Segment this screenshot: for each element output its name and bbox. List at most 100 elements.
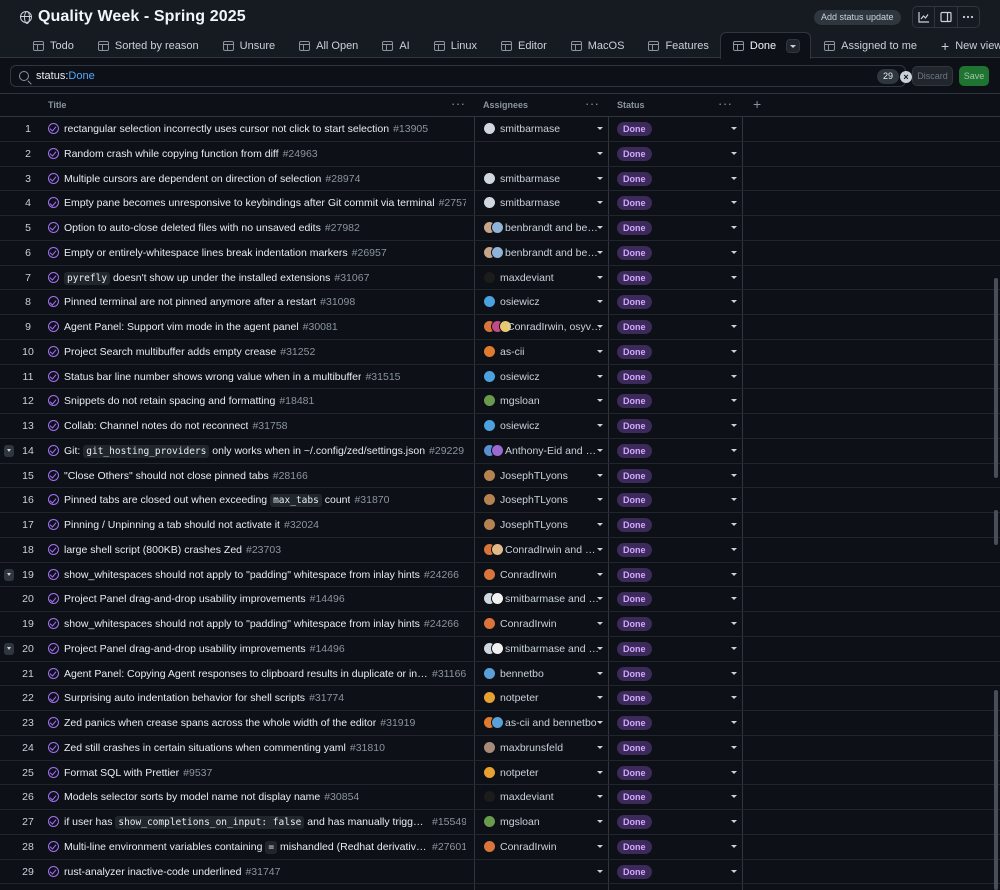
status-badge[interactable]: Done (617, 493, 652, 508)
issue-title[interactable]: Multiple cursors are dependent on direct… (64, 167, 360, 191)
issue-title[interactable]: Format SQL with Prettier #9537 (64, 761, 212, 785)
assignee-dropdown-icon[interactable] (597, 869, 603, 873)
filter-query[interactable]: status:Done (36, 70, 95, 82)
table-row[interactable]: 3 Multiple cursors are dependent on direc… (0, 167, 1000, 192)
status-dropdown-icon[interactable] (731, 844, 737, 848)
assignee-name[interactable]: as-cii (500, 340, 525, 364)
status-badge[interactable]: Done (617, 443, 652, 458)
status-dropdown-icon[interactable] (731, 671, 737, 675)
assignee-dropdown-icon[interactable] (597, 399, 603, 403)
assignee-dropdown-icon[interactable] (597, 671, 603, 675)
table-row[interactable]: 21 Agent Panel: Copying Agent responses t… (0, 662, 1000, 687)
status-dropdown-icon[interactable] (731, 448, 737, 452)
status-badge[interactable]: Done (617, 394, 652, 409)
status-badge[interactable]: Done (617, 740, 652, 755)
issue-title[interactable]: Git: git_hosting_providers only works wh… (64, 439, 464, 463)
status-dropdown-icon[interactable] (731, 151, 737, 155)
issue-title[interactable]: Surprising auto indentation behavior for… (64, 686, 344, 710)
issue-title[interactable]: Status bar line number shows wrong value… (64, 365, 401, 389)
status-badge[interactable]: Done (617, 146, 652, 161)
table-row[interactable]: 29 rust-analyzer inactive-code underlined… (0, 860, 1000, 885)
assignee-name[interactable]: smitbarmase (500, 167, 560, 191)
filter-bar[interactable]: status:Done 29 × (10, 65, 912, 87)
assignee-dropdown-icon[interactable] (597, 721, 603, 724)
status-dropdown-icon[interactable] (731, 622, 737, 625)
tab-unsure[interactable]: Unsure (210, 32, 286, 58)
issue-title[interactable]: show_whitespaces should not apply to "pa… (64, 612, 459, 636)
assignee-name[interactable]: osiewicz (500, 365, 540, 389)
table-row[interactable]: 13 Collab: Channel notes do not reconnect… (0, 414, 1000, 439)
assignee-dropdown-icon[interactable] (597, 547, 603, 551)
status-dropdown-icon[interactable] (731, 572, 737, 576)
assignee-dropdown-icon[interactable] (597, 770, 603, 774)
assignee-dropdown-icon[interactable] (597, 275, 603, 279)
table-row[interactable]: 16 Pinned tabs are closed out when exceed… (0, 488, 1000, 513)
status-badge[interactable]: Done (617, 765, 652, 780)
status-dropdown-icon[interactable] (731, 424, 737, 427)
status-badge[interactable]: Done (617, 320, 652, 334)
status-badge[interactable]: Done (617, 592, 652, 607)
assignee-name[interactable]: smitbarmase (500, 191, 560, 215)
assignee-dropdown-icon[interactable] (597, 696, 603, 700)
issue-title[interactable]: Multi-line environment variables contain… (64, 835, 466, 859)
assignee-name[interactable]: benbrandt and ben… (505, 216, 600, 240)
status-dropdown-icon[interactable] (731, 869, 737, 873)
status-dropdown-icon[interactable] (731, 597, 737, 601)
status-dropdown-icon[interactable] (731, 176, 737, 180)
issue-title[interactable]: Snippets do not retain spacing and forma… (64, 389, 314, 413)
issue-title[interactable]: Random crash while copying function from… (64, 142, 318, 166)
scrollbar-thumb[interactable] (994, 510, 998, 545)
issue-title[interactable]: large shell script (800KB) crashes Zed #2… (64, 538, 281, 562)
status-dropdown-icon[interactable] (731, 399, 737, 403)
table-row[interactable]: 12 Snippets do not retain spacing and for… (0, 389, 1000, 414)
status-badge[interactable]: Done (617, 691, 652, 706)
table-row[interactable]: 15 "Close Others" should not close pinned… (0, 464, 1000, 489)
scrollbar-thumb[interactable] (994, 278, 998, 478)
table-row[interactable]: 19 show_whitespaces should not apply to "… (0, 563, 1000, 588)
issue-title[interactable]: rust-analyzer inactive-code underlined #3… (64, 860, 280, 884)
issue-title[interactable]: Models selector sorts by model name not … (64, 785, 359, 809)
assignee-dropdown-icon[interactable] (597, 201, 603, 205)
column-header-title[interactable]: Title (48, 94, 66, 117)
status-dropdown-icon[interactable] (731, 250, 737, 254)
clear-filter-icon[interactable]: × (900, 71, 912, 83)
table-row[interactable]: 10 Project Search multibuffer adds empty … (0, 340, 1000, 365)
assignee-dropdown-icon[interactable] (597, 424, 603, 427)
assignee-dropdown-icon[interactable] (597, 745, 603, 749)
tab-assigned-to-me[interactable]: Assigned to me (811, 32, 928, 58)
status-dropdown-icon[interactable] (731, 300, 737, 304)
table-row[interactable]: 2 Random crash while copying function fro… (0, 142, 1000, 167)
status-badge[interactable]: Done (617, 245, 652, 260)
status-badge[interactable]: Done (617, 666, 652, 681)
assignee-dropdown-icon[interactable] (597, 572, 603, 576)
assignee-name[interactable]: smitbarmase and … (505, 587, 599, 611)
issue-title[interactable]: show_whitespaces should not apply to "pa… (64, 563, 459, 587)
issue-title[interactable]: Project Panel drag-and-drop usability im… (64, 587, 345, 611)
status-badge[interactable]: Done (617, 839, 652, 854)
assignee-name[interactable]: mgsloan (500, 810, 540, 834)
add-status-update-button[interactable]: Add status update (814, 10, 901, 25)
status-dropdown-icon[interactable] (731, 721, 737, 724)
view-options-button[interactable] (786, 39, 801, 53)
table-row[interactable]: 14 Git: git_hosting_providers only works … (0, 439, 1000, 464)
status-badge[interactable]: Done (617, 542, 652, 557)
table-row[interactable]: 25 Format SQL with Prettier #9537 notpeter D… (0, 761, 1000, 786)
assignee-dropdown-icon[interactable] (597, 226, 603, 229)
assignee-name[interactable]: JosephTLyons (500, 464, 568, 488)
assignee-dropdown-icon[interactable] (597, 176, 603, 180)
status-badge[interactable]: Done (617, 468, 652, 483)
issue-title[interactable]: Empty or entirely-whitespace lines break… (64, 241, 387, 265)
assignee-name[interactable]: ConradIrwin and m… (505, 538, 600, 562)
assignee-dropdown-icon[interactable] (597, 795, 603, 799)
assignee-dropdown-icon[interactable] (597, 250, 603, 254)
status-dropdown-icon[interactable] (731, 275, 737, 279)
issue-title[interactable]: Project Search multibuffer adds empty cr… (64, 340, 315, 364)
status-dropdown-icon[interactable] (731, 745, 737, 749)
assignee-name[interactable]: notpeter (500, 686, 539, 710)
table-row[interactable]: 6 Empty or entirely-whitespace lines brea… (0, 241, 1000, 266)
tab-editor[interactable]: Editor (488, 32, 558, 58)
table-row[interactable]: 23 Zed panics when crease spans across th… (0, 711, 1000, 736)
status-dropdown-icon[interactable] (731, 473, 737, 477)
status-dropdown-icon[interactable] (731, 770, 737, 774)
assignee-name[interactable]: benbrandt and ben… (505, 241, 600, 265)
